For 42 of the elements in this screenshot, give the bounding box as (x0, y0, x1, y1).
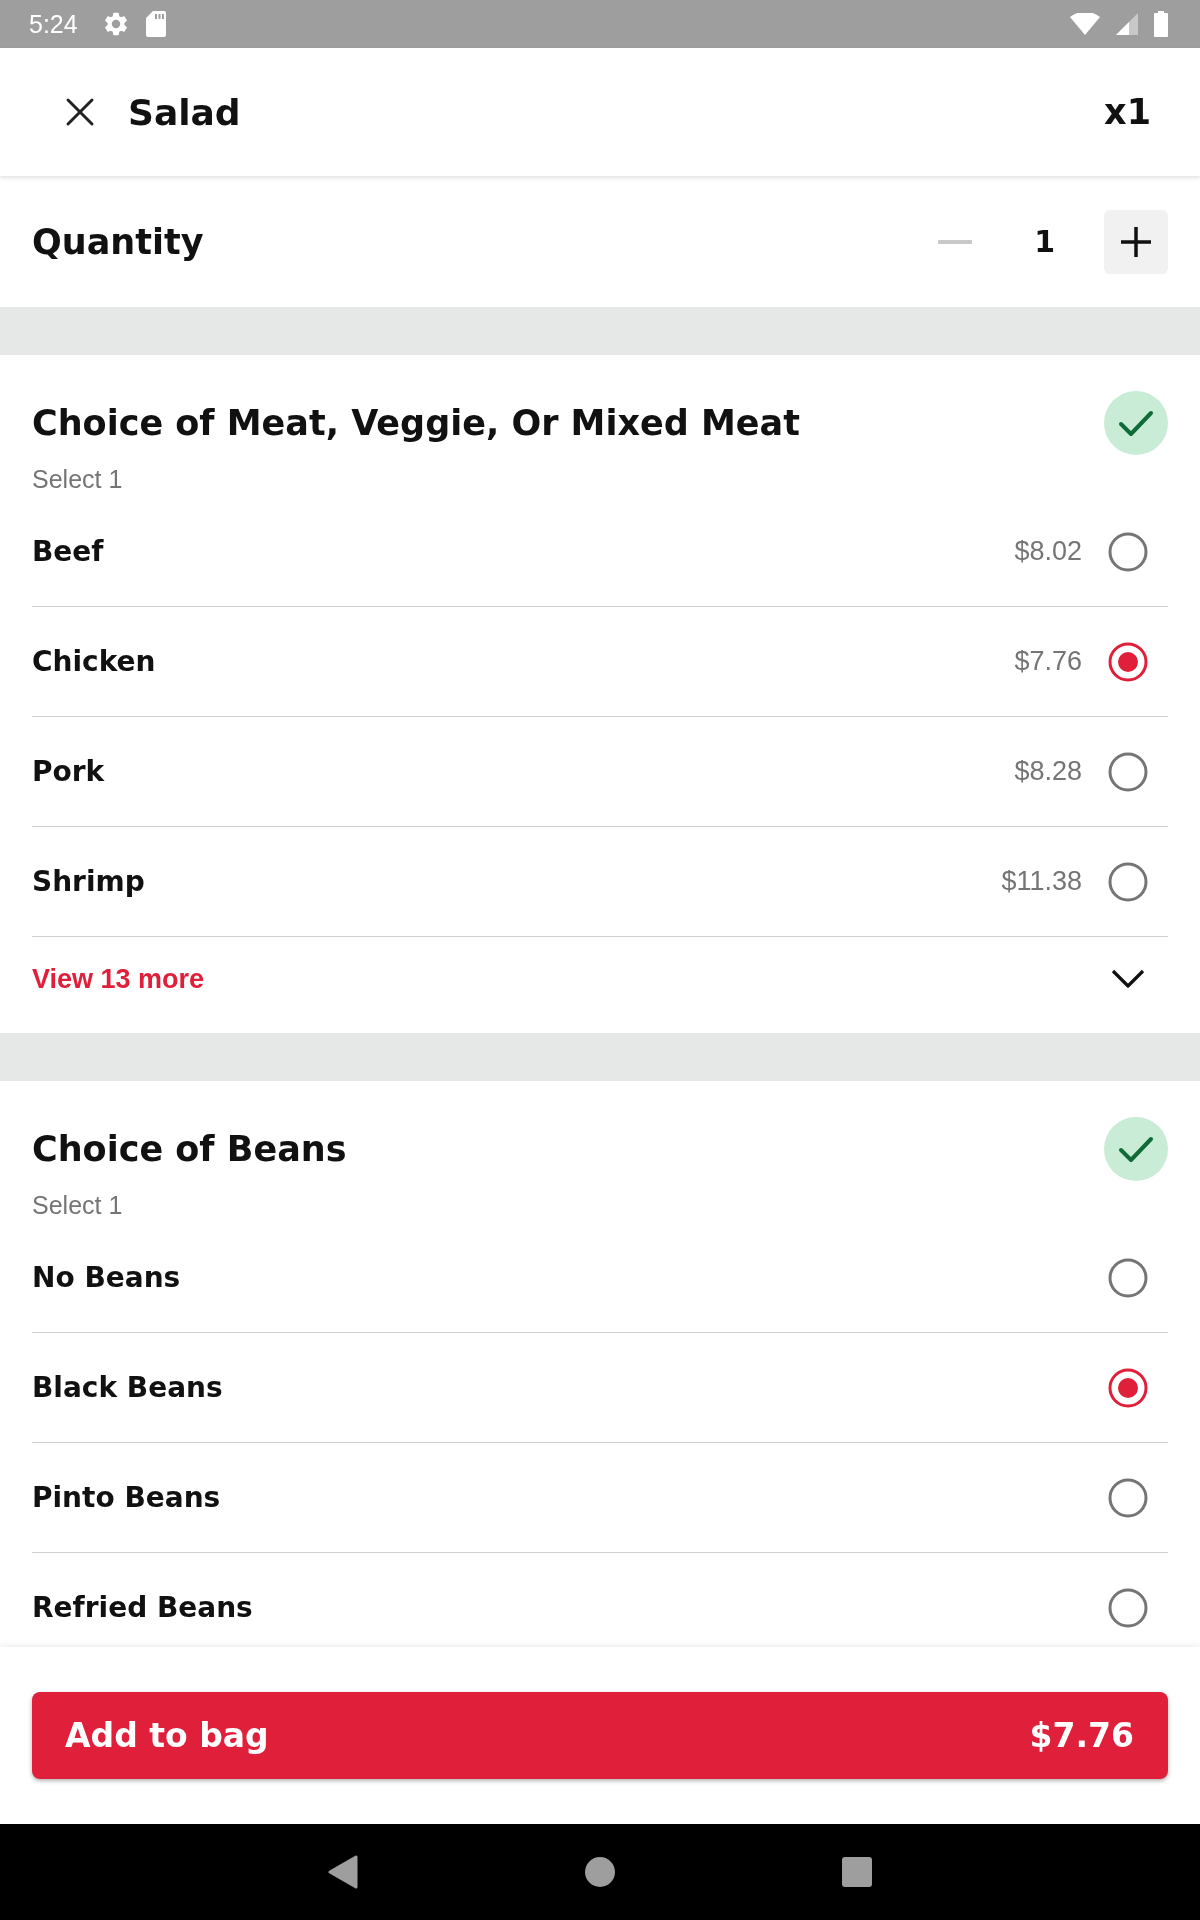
close-icon[interactable] (64, 96, 96, 128)
option-price: $8.28 (1014, 756, 1082, 787)
plus-icon (1120, 225, 1152, 258)
option-name: Refried Beans (32, 1591, 253, 1624)
section-hint: Select 1 (32, 464, 123, 495)
battery-icon (1154, 11, 1168, 37)
radio-button[interactable] (1108, 861, 1148, 902)
item-count: x1 (1104, 92, 1151, 132)
option-name: No Beans (32, 1261, 181, 1294)
radio-button[interactable] (1108, 1257, 1148, 1298)
option-name: Shrimp (32, 865, 145, 898)
status-time: 5:24 (29, 9, 78, 39)
radio-button[interactable] (1108, 641, 1148, 682)
option-price: $7.76 (1014, 646, 1082, 677)
option-name: Beef (32, 535, 104, 568)
back-icon[interactable] (328, 1855, 358, 1889)
option-price: $11.38 (1001, 866, 1082, 897)
increment-button[interactable] (1104, 209, 1168, 274)
signal-icon (1116, 13, 1138, 35)
option-name: Black Beans (32, 1371, 223, 1404)
radio-button[interactable] (1108, 531, 1148, 572)
chevron-down-icon[interactable] (1111, 969, 1145, 989)
wifi-icon (1070, 13, 1100, 35)
option-price: $8.02 (1014, 536, 1082, 567)
option-name: Pork (32, 755, 105, 788)
quantity-value: 1 (1034, 224, 1055, 259)
option-name: Pinto Beans (32, 1481, 221, 1514)
section-title: Choice of Beans (32, 1129, 347, 1169)
radio-button[interactable] (1108, 1367, 1148, 1408)
option-name: Chicken (32, 645, 156, 678)
item-title: Salad (128, 91, 241, 133)
add-to-bag-button[interactable]: Add to bag $7.76 (32, 1692, 1168, 1779)
minus-icon (938, 239, 973, 244)
section-hint: Select 1 (32, 1190, 123, 1221)
section-title: Choice of Meat, Veggie, Or Mixed Meat (32, 403, 800, 443)
sd-card-icon (145, 11, 166, 37)
home-icon[interactable] (585, 1857, 615, 1887)
quantity-label: Quantity (32, 221, 204, 262)
radio-button[interactable] (1108, 751, 1148, 792)
radio-button[interactable] (1108, 1587, 1148, 1628)
radio-button[interactable] (1108, 1477, 1148, 1518)
view-more-link[interactable]: View 13 more (32, 963, 205, 995)
